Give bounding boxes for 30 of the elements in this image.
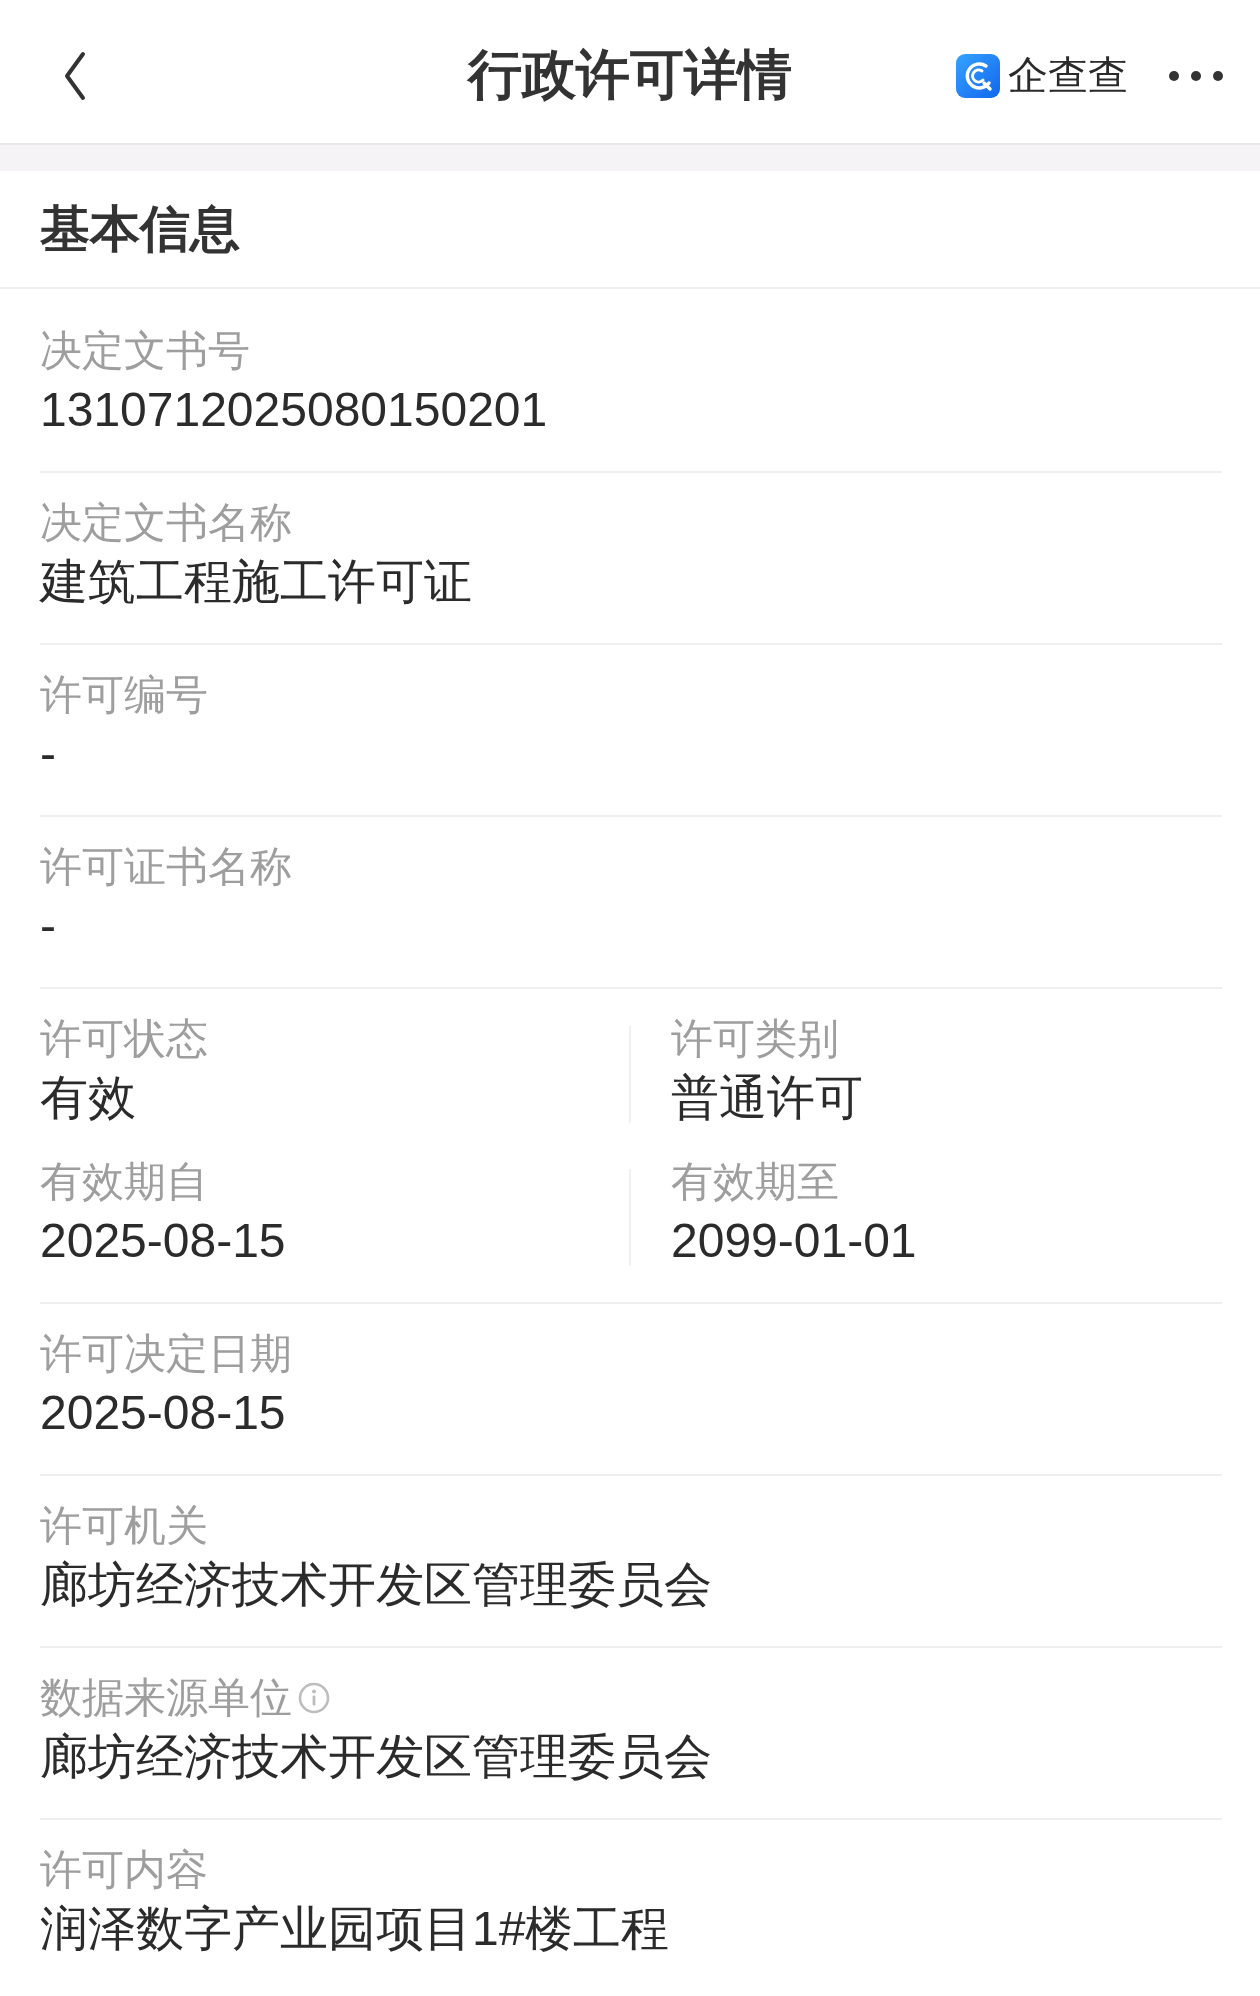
field-value: 2099-01-01 bbox=[671, 1213, 917, 1269]
field-label: 许可状态 bbox=[40, 1014, 208, 1064]
field-label: 许可类别 bbox=[671, 1014, 839, 1064]
field-value: - bbox=[40, 726, 56, 782]
more-icon[interactable] bbox=[1168, 69, 1224, 82]
field-value: 廊坊经济技术开发区管理委员会 bbox=[40, 1729, 712, 1785]
field-value: 廊坊经济技术开发区管理委员会 bbox=[40, 1557, 712, 1613]
field-label: 决定文书号 bbox=[40, 326, 250, 376]
field-label: 许可编号 bbox=[40, 670, 208, 720]
field-value: 1310712025080150201 bbox=[40, 382, 548, 438]
field-value: 2025-08-15 bbox=[40, 1213, 286, 1269]
section-title: 基本信息 bbox=[40, 199, 240, 259]
field-label: 有效期自 bbox=[40, 1157, 208, 1207]
field-label: 数据来源单位 bbox=[40, 1673, 292, 1723]
field-label: 决定文书名称 bbox=[40, 498, 292, 548]
field-value: 2025-08-15 bbox=[40, 1385, 286, 1441]
field-label: 许可证书名称 bbox=[40, 842, 292, 892]
back-icon[interactable] bbox=[64, 50, 86, 101]
brand-name: 企查查 bbox=[1008, 52, 1128, 99]
field-label: 许可内容 bbox=[40, 1845, 208, 1895]
field-value: 普通许可 bbox=[671, 1070, 863, 1126]
field-label: 有效期至 bbox=[671, 1157, 839, 1207]
field-label: 许可机关 bbox=[40, 1501, 208, 1551]
field-value: 润泽数字产业园项目1#楼工程 bbox=[40, 1901, 670, 1957]
logo-icon bbox=[956, 53, 1000, 98]
field-value: - bbox=[40, 898, 56, 954]
field-label: 许可决定日期 bbox=[40, 1329, 292, 1379]
page-title: 行政许可详情 bbox=[468, 43, 792, 106]
field-value: 有效 bbox=[40, 1070, 136, 1126]
field-value: 建筑工程施工许可证 bbox=[40, 554, 472, 610]
